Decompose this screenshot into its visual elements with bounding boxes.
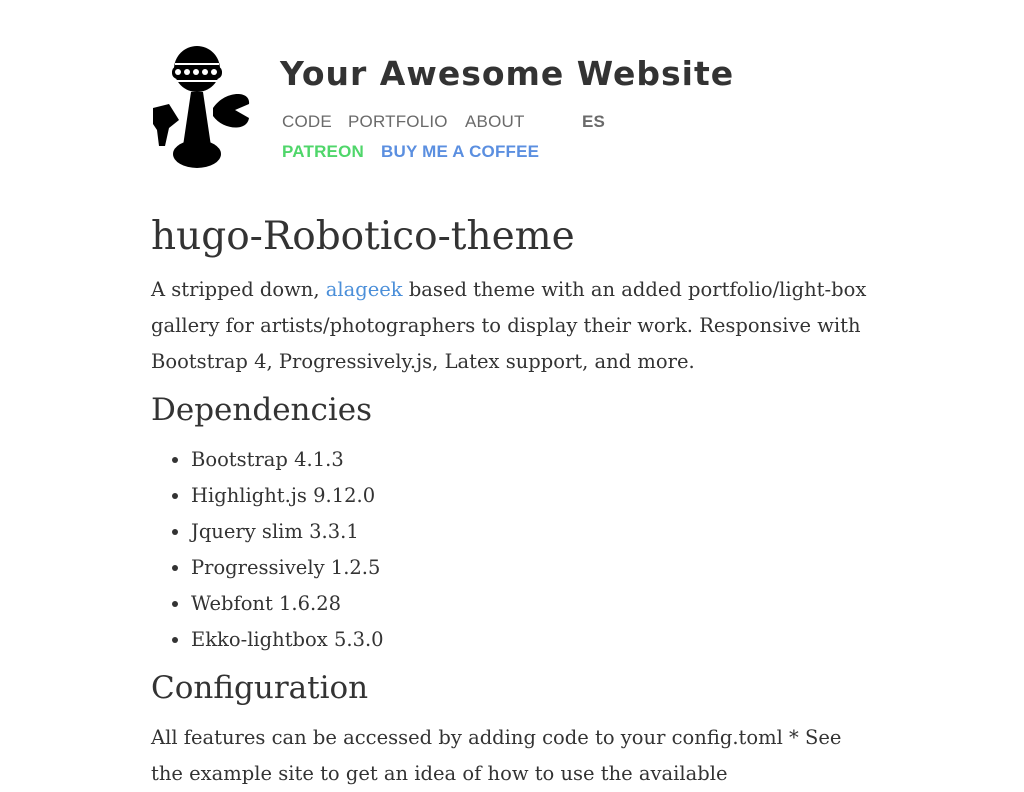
nav-portfolio-link[interactable]: PORTFOLIO [348,112,448,132]
patreon-link[interactable]: PATREON [282,142,364,162]
dependencies-list: Bootstrap 4.1.3 Highlight.js 9.12.0 Jque… [151,442,384,658]
list-item: Progressively 1.2.5 [191,550,384,586]
list-item: Jquery slim 3.3.1 [191,514,384,550]
nav-code-link[interactable]: CODE [282,112,332,132]
list-item: Highlight.js 9.12.0 [191,478,384,514]
list-item: Webfont 1.6.28 [191,586,384,622]
site-title[interactable]: Your Awesome Website [280,54,734,93]
buy-me-a-coffee-link[interactable]: BUY ME A COFFEE [381,142,539,162]
dependencies-heading: Dependencies [151,392,373,428]
robot-mascot-icon[interactable] [151,46,251,168]
list-item: Bootstrap 4.1.3 [191,442,384,478]
language-switch-es[interactable]: ES [582,112,605,132]
list-item: Ekko-lightbox 5.3.0 [191,622,384,658]
intro-text-before: A stripped down, [151,278,326,301]
configuration-heading: Configuration [151,670,369,706]
nav-about-link[interactable]: ABOUT [465,112,525,132]
intro-paragraph: A stripped down, alageek based theme wit… [151,272,873,380]
configuration-text: All features can be accessed by adding c… [151,726,842,785]
main-nav: CODE PORTFOLIO ABOUT ES PATREON BUY ME A… [282,110,782,166]
site-header: Your Awesome Website CODE PORTFOLIO ABOU… [151,46,873,170]
alageek-link[interactable]: alageek [326,278,403,301]
page-title: hugo-Robotico-theme [151,214,575,259]
